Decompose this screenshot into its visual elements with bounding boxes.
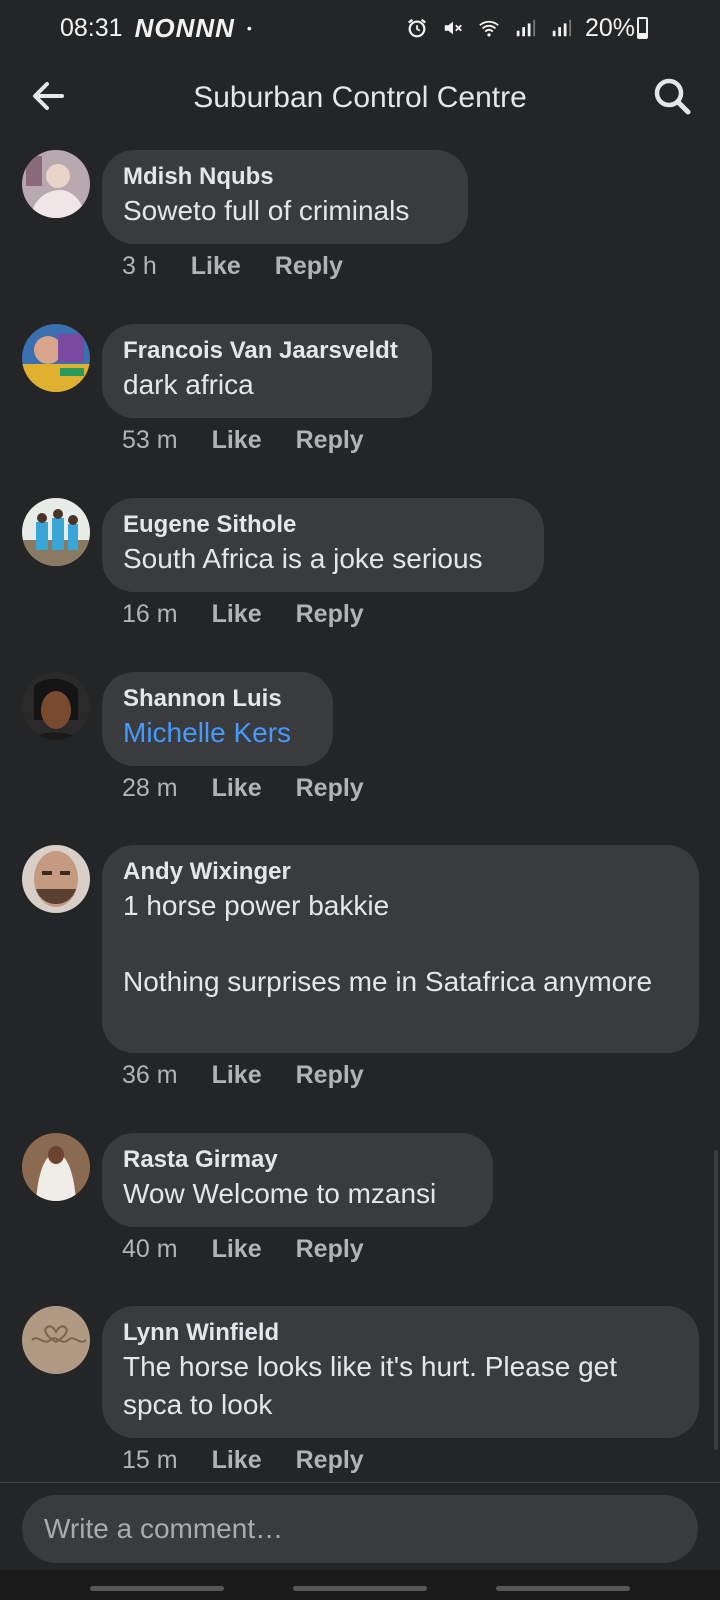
avatar[interactable] — [22, 1306, 90, 1374]
like-button[interactable]: Like — [212, 1061, 262, 1090]
nav-recents-button[interactable] — [90, 1586, 224, 1591]
system-nav-bar — [0, 1570, 720, 1600]
like-button[interactable]: Like — [212, 426, 262, 455]
like-button[interactable]: Like — [191, 252, 241, 281]
search-icon[interactable] — [650, 74, 694, 118]
comment-text: The horse looks like it's hurt. Please g… — [123, 1351, 625, 1420]
avatar[interactable] — [22, 324, 90, 392]
comment-timestamp[interactable]: 15 m — [122, 1446, 178, 1475]
avatar[interactable] — [22, 845, 90, 913]
comment-timestamp[interactable]: 28 m — [122, 774, 178, 803]
battery-percent: 20% — [584, 13, 635, 42]
comment-author[interactable]: Francois Van Jaarsveldt — [123, 336, 412, 366]
comment-actions: 36 m Like Reply — [122, 1061, 364, 1090]
avatar[interactable] — [22, 672, 90, 740]
comment-bubble[interactable]: Eugene Sithole South Africa is a joke se… — [102, 498, 544, 592]
comment-author[interactable]: Andy Wixinger — [123, 857, 679, 887]
comment-mention-link[interactable]: Michelle Kers — [123, 714, 313, 752]
like-button[interactable]: Like — [212, 600, 262, 629]
like-button[interactable]: Like — [212, 774, 262, 803]
comment-timestamp[interactable]: 40 m — [122, 1235, 178, 1264]
scrollbar[interactable] — [714, 1150, 718, 1450]
comment-author[interactable]: Rasta Girmay — [123, 1145, 473, 1175]
alarm-icon — [408, 18, 426, 38]
reply-button[interactable]: Reply — [296, 1235, 364, 1264]
status-right: 20% — [405, 14, 648, 43]
comment-text: South Africa is a joke serious — [123, 543, 483, 574]
arrow-left-icon[interactable] — [26, 74, 70, 118]
comment-author[interactable]: Mdish Nqubs — [123, 162, 448, 192]
comment-bubble[interactable]: Shannon Luis Michelle Kers — [102, 672, 333, 766]
comment-text: dark africa — [123, 369, 254, 400]
comment-author[interactable]: Lynn Winfield — [123, 1318, 679, 1348]
battery-level — [639, 33, 646, 37]
comment-actions: 53 m Like Reply — [122, 426, 364, 455]
wifi-icon — [479, 20, 499, 37]
more-notifications-dot: • — [246, 20, 252, 36]
comment-timestamp[interactable]: 53 m — [122, 426, 178, 455]
battery-icon — [637, 17, 648, 39]
comment-actions: 15 m Like Reply — [122, 1446, 364, 1475]
comment-text: Soweto full of criminals — [123, 195, 410, 226]
comment-actions: 16 m Like Reply — [122, 600, 364, 629]
comment-actions: 40 m Like Reply — [122, 1235, 364, 1264]
reply-button[interactable]: Reply — [296, 774, 364, 803]
status-bar: 08:31 NONNN • 20% — [0, 0, 720, 56]
comment-bubble[interactable]: Lynn Winfield The horse looks like it's … — [102, 1306, 699, 1438]
nav-back-button[interactable] — [496, 1586, 630, 1591]
comment-text: Wow Welcome to mzansi — [123, 1178, 437, 1209]
avatar[interactable] — [22, 150, 90, 218]
comment-bubble[interactable]: Francois Van Jaarsveldt dark africa — [102, 324, 432, 418]
status-left: 08:31 NONNN • — [60, 13, 252, 44]
signal-icon — [516, 19, 536, 37]
avatar[interactable] — [22, 1133, 90, 1201]
notification-indicators: NONNN — [134, 12, 235, 43]
page-title: Suburban Control Centre — [193, 81, 527, 114]
comment-timestamp[interactable]: 3 h — [122, 252, 157, 281]
reply-button[interactable]: Reply — [296, 1446, 364, 1475]
signal-icon — [552, 19, 572, 37]
nav-home-button[interactable] — [293, 1586, 427, 1591]
battery: 20% — [585, 14, 648, 43]
comment-bubble[interactable]: Rasta Girmay Wow Welcome to mzansi — [102, 1133, 493, 1227]
comment-bubble[interactable]: Andy Wixinger 1 horse power bakkie Nothi… — [102, 845, 699, 1053]
app-header: Suburban Control Centre — [0, 56, 720, 140]
comment-author[interactable]: Eugene Sithole — [123, 510, 524, 540]
comment-input[interactable] — [22, 1495, 698, 1563]
avatar[interactable] — [22, 498, 90, 566]
mute-icon — [444, 21, 462, 35]
comment-actions: 28 m Like Reply — [122, 774, 364, 803]
like-button[interactable]: Like — [212, 1446, 262, 1475]
comment-actions: 3 h Like Reply — [122, 252, 343, 281]
comment-text: 1 horse power bakkie Nothing surprises m… — [123, 890, 653, 997]
like-button[interactable]: Like — [212, 1235, 262, 1264]
comment-author[interactable]: Shannon Luis — [123, 684, 313, 714]
comment-timestamp[interactable]: 36 m — [122, 1061, 178, 1090]
reply-button[interactable]: Reply — [296, 600, 364, 629]
comment-timestamp[interactable]: 16 m — [122, 600, 178, 629]
comment-composer — [0, 1482, 720, 1571]
comment-bubble[interactable]: Mdish Nqubs Soweto full of criminals — [102, 150, 468, 244]
reply-button[interactable]: Reply — [296, 1061, 364, 1090]
reply-button[interactable]: Reply — [296, 426, 364, 455]
clock: 08:31 — [60, 13, 123, 42]
reply-button[interactable]: Reply — [275, 252, 343, 281]
